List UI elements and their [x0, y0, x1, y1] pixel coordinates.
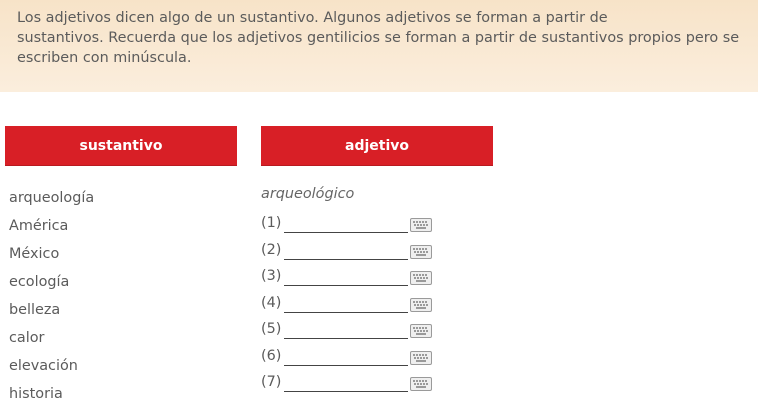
- answer-row: (1): [261, 213, 432, 240]
- answer-number: (6): [261, 347, 282, 364]
- answer-input[interactable]: [284, 345, 408, 366]
- keyboard-icon[interactable]: [410, 244, 432, 259]
- instructions-line-2: sustantivos. Recuerda que los adjetivos …: [17, 30, 740, 46]
- column-header-adjetivo: adjetivo: [261, 126, 493, 166]
- instructions-line-3: escriben con minúscula.: [17, 50, 192, 66]
- answer-number: (7): [261, 374, 282, 390]
- noun-list: arqueología América México ecología bell…: [9, 188, 94, 412]
- answer-row: (7): [261, 372, 432, 399]
- answer-row: (3): [261, 266, 432, 293]
- noun-item: belleza: [9, 302, 61, 318]
- noun-item: arqueología: [9, 190, 95, 206]
- answer-list: (1) (2) (3) (4) (5) (6) (7): [261, 213, 432, 399]
- answer-row: (6): [261, 345, 432, 373]
- keyboard-icon[interactable]: [410, 297, 432, 312]
- answer-row: (2): [261, 239, 432, 267]
- answer-input[interactable]: [284, 213, 408, 233]
- keyboard-icon[interactable]: [410, 377, 432, 391]
- instructions-banner: Los adjetivos dicen algo de un sustantiv…: [0, 0, 758, 92]
- answer-number: (2): [261, 241, 282, 258]
- answer-input[interactable]: [284, 266, 408, 286]
- example-adjective: arqueológico: [261, 186, 355, 202]
- answer-input[interactable]: [284, 319, 408, 339]
- answer-input[interactable]: [284, 239, 408, 260]
- noun-item: ecología: [9, 274, 70, 290]
- instructions-line-1: Los adjetivos dicen algo de un sustantiv…: [17, 10, 608, 26]
- noun-item: elevación: [9, 358, 78, 374]
- noun-item: historia: [9, 386, 63, 402]
- keyboard-icon[interactable]: [410, 324, 432, 338]
- answer-input[interactable]: [284, 292, 408, 313]
- column-header-sustantivo: sustantivo: [5, 126, 237, 166]
- keyboard-icon[interactable]: [410, 218, 432, 232]
- keyboard-icon[interactable]: [410, 271, 432, 285]
- keyboard-icon[interactable]: [410, 350, 432, 365]
- answer-number: (5): [261, 321, 282, 337]
- answer-number: (1): [261, 215, 282, 231]
- noun-item: calor: [9, 330, 45, 346]
- answer-row: (4): [261, 292, 432, 320]
- answer-input[interactable]: [284, 372, 408, 392]
- noun-item: México: [9, 246, 60, 262]
- answer-number: (4): [261, 294, 282, 311]
- answer-number: (3): [261, 268, 282, 284]
- answer-row: (5): [261, 319, 432, 346]
- noun-item: América: [9, 218, 69, 234]
